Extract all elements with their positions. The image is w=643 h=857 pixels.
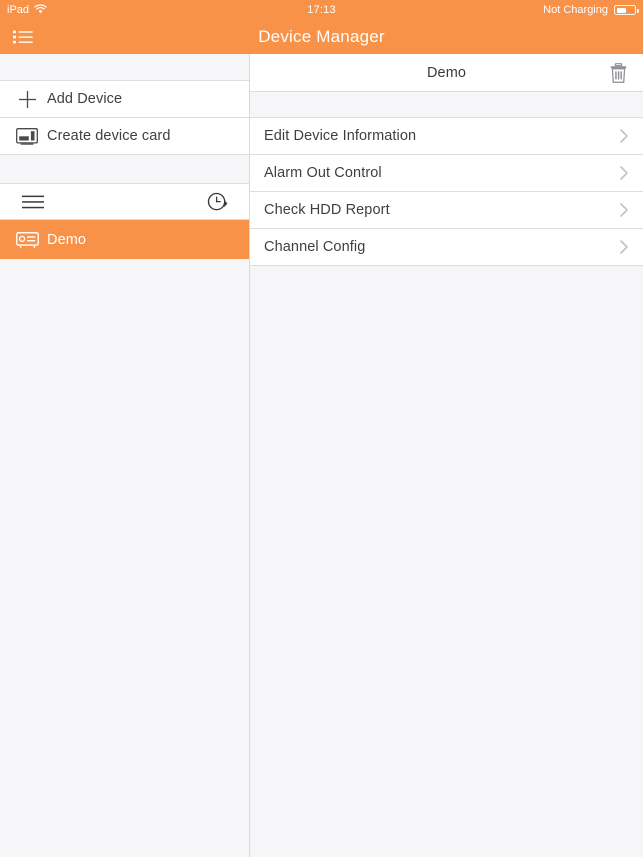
menu-item-label: Check HDD Report [264,202,390,218]
plus-icon [10,90,44,109]
list-bullet-icon[interactable] [0,20,46,54]
detail-panel: Demo Edit Device Information Alarm Out C… [250,54,643,857]
sidebar-empty-area [0,259,249,857]
sidebar-item-label: Add Device [47,91,123,107]
page-title: Device Manager [258,27,385,46]
navigation-bar: Device Manager [0,20,643,54]
menu-item-check-hdd-report[interactable]: Check HDD Report [250,192,643,229]
menu-item-label: Alarm Out Control [264,165,382,181]
chevron-right-icon [619,202,629,218]
detail-title: Demo [426,64,467,81]
trash-icon[interactable] [601,56,635,90]
chevron-right-icon [619,128,629,144]
status-bar: iPad 17:13 Not Charging [0,0,643,20]
sidebar: Add Device Create device card Demo [0,54,250,857]
sidebar-item-demo[interactable]: Demo [0,220,249,259]
sidebar-item-add-device[interactable]: Add Device [0,81,249,118]
sidebar-top-spacer [0,54,249,81]
detail-section-spacer [250,92,643,118]
sidebar-item-label: Demo [47,231,87,248]
menu-item-alarm-out-control[interactable]: Alarm Out Control [250,155,643,192]
chevron-right-icon [619,239,629,255]
detail-header: Demo [250,54,643,92]
chevron-right-icon [619,165,629,181]
sidebar-item-label: Create device card [47,128,171,144]
detail-empty-area [250,266,643,857]
sidebar-item-create-device-card[interactable]: Create device card [0,118,249,155]
device-card-icon [10,127,44,145]
hamburger-icon[interactable] [22,195,44,209]
dvr-device-icon [10,231,44,248]
main-layout: Add Device Create device card Demo Demo … [0,54,643,857]
menu-item-channel-config[interactable]: Channel Config [250,229,643,266]
status-bar-right: Not Charging [543,4,643,16]
battery-status-label: Not Charging [543,4,608,16]
battery-icon [614,5,639,15]
sidebar-toolbar [0,184,249,220]
sidebar-section-spacer [0,155,249,184]
menu-item-edit-device-information[interactable]: Edit Device Information [250,118,643,155]
menu-item-label: Edit Device Information [264,128,417,144]
menu-item-label: Channel Config [264,239,366,255]
clock-history-icon[interactable] [207,192,229,212]
